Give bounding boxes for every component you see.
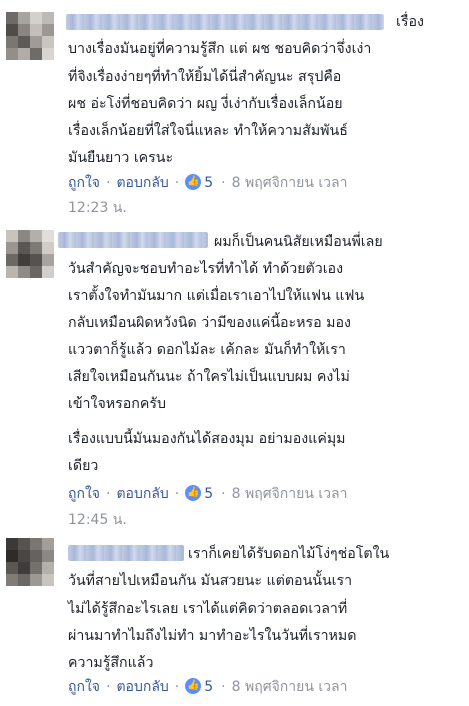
comment-text-line: ความรู้สึกแล้ว <box>68 655 154 671</box>
comment-text-line: วันที่สายไปเหมือนกัน มันสวยนะ แต่ตอนนั้น… <box>68 573 353 589</box>
comment-text-line: บางเรื่องมันอยู่ที่ความรู้สึก แต่ ผช ชอบ… <box>68 41 372 57</box>
comment-text-line: กลับเหมือนผิดหวังนิด ว่ามีของแค่นี้อะหรอ… <box>68 315 351 331</box>
thumbs-up-icon[interactable]: 👍 <box>185 678 202 694</box>
comment-time[interactable]: 12:45 น. <box>68 511 127 529</box>
separator-dot: · <box>106 175 111 191</box>
separator-dot: · <box>174 486 180 502</box>
like-link[interactable]: ถูกใจ <box>68 679 100 695</box>
comment-text-line: เรื่องเล็กน้อยที่ใส่ใจนี่แหละ ทำให้ความส… <box>68 123 348 139</box>
comment-3: เราก็เคยได้รับดอกไม้โง่ๆช่อโตใน วันที่สา… <box>0 530 469 706</box>
comment-text-line: ไม่ได้รู้สึกอะไรเลย เราได้แต่คิดว่าตลอดเ… <box>68 601 348 617</box>
comment-text-line: เสียใจเหมือนกันนะ ถ้าใครไม่เป็นแบบผม คงไ… <box>68 369 350 385</box>
comment-text-first-line: ผมก็เป็นคนนิสัยเหมือนพี่เลย <box>214 234 383 250</box>
comment-2: ผมก็เป็นคนนิสัยเหมือนพี่เลย วันสำคัญจะชอ… <box>0 220 469 528</box>
comment-actions: ถูกใจ · ตอบกลับ · 👍 5 · 8 พฤศจิกายน เวลา <box>68 485 347 503</box>
comment-actions: ถูกใจ · ตอบกลับ · 👍 5 · 8 พฤศจิกายน เวลา <box>68 678 347 696</box>
reply-link[interactable]: ตอบกลับ <box>116 486 168 502</box>
comment-text-line: แววตาก็รู้แล้ว ดอกไม้ละ เค้กละ มันก็ทำให… <box>68 342 346 358</box>
comment-text-line: เดียว <box>68 458 99 474</box>
reply-link[interactable]: ตอบกลับ <box>116 679 168 695</box>
separator-dot: · <box>174 679 180 695</box>
comment-time[interactable]: 12:23 น. <box>68 199 127 217</box>
avatar[interactable] <box>6 538 54 586</box>
comment-date[interactable]: 8 พฤศจิกายน เวลา <box>232 486 348 502</box>
comment-date[interactable]: 8 พฤศจิกายน เวลา <box>232 175 348 191</box>
separator-dot: · <box>221 175 226 191</box>
reply-link[interactable]: ตอบกลับ <box>116 175 168 191</box>
like-link[interactable]: ถูกใจ <box>68 486 100 502</box>
comment-date[interactable]: 8 พฤศจิกายน เวลา <box>232 679 348 695</box>
avatar[interactable] <box>6 230 54 278</box>
comment-text-line: ผ่านมาทำไมถึงไม่ทำ มาทำอะไรในวันที่เราหม… <box>68 628 357 644</box>
separator-dot: · <box>106 679 111 695</box>
reaction-count[interactable]: 5 <box>204 175 213 191</box>
comment-text-line: มันยืนยาว เครนะ <box>68 150 174 166</box>
commenter-name[interactable] <box>68 545 184 561</box>
reaction-count[interactable]: 5 <box>204 679 213 695</box>
comment-1: เรื่อง บางเรื่องมันอยู่ที่ความรู้สึก แต่… <box>0 0 469 220</box>
comment-text-line: ที่จิงเรื่องง่ายๆที่ทำให้ยิ้มได้นี่สำคัญ… <box>68 69 342 85</box>
comment-text-line: เราตั้งใจทำมันมาก แต่เมื่อเราเอาไปให้แฟน… <box>68 288 365 304</box>
thumbs-up-icon[interactable]: 👍 <box>185 174 202 190</box>
avatar[interactable] <box>6 12 54 60</box>
comment-text-first-line: เรื่อง <box>396 14 424 30</box>
comment-actions: ถูกใจ · ตอบกลับ · 👍 5 · 8 พฤศจิกายน เวลา <box>68 174 347 192</box>
separator-dot: · <box>221 486 226 502</box>
like-link[interactable]: ถูกใจ <box>68 175 100 191</box>
comment-text-line: วันสำคัญจะชอบทำอะไรที่ทำได้ ทำด้วยตัวเอง <box>68 261 343 277</box>
reaction-count[interactable]: 5 <box>204 486 213 502</box>
comment-text-line: ผช อ่ะโง่ที่ชอบคิดว่า ผญ งี่เง่ากับเรื่อ… <box>68 96 343 112</box>
separator-dot: · <box>174 175 180 191</box>
separator-dot: · <box>106 486 111 502</box>
comment-text-line: เรื่องแบบนี้มันมองกันได้สองมุม อย่ามองแค… <box>68 431 346 447</box>
comment-text-first-line: เราก็เคยได้รับดอกไม้โง่ๆช่อโตใน <box>188 546 390 562</box>
commenter-name[interactable] <box>58 232 208 248</box>
comment-text-line: เข้าใจหรอกครับ <box>68 396 166 412</box>
thumbs-up-icon[interactable]: 👍 <box>185 485 202 501</box>
separator-dot: · <box>221 679 226 695</box>
commenter-name[interactable] <box>66 14 384 30</box>
